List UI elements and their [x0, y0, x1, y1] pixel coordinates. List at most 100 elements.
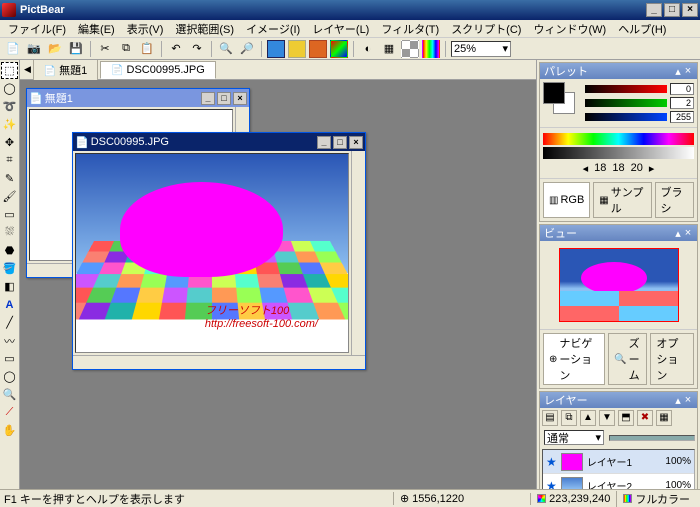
option-tab[interactable]: オプション [650, 333, 694, 385]
ellipse-tool[interactable]: ◯ [1, 368, 18, 385]
vscroll[interactable] [351, 151, 365, 355]
menu-file[interactable]: ファイル(F) [4, 20, 70, 38]
screen-icon[interactable] [267, 40, 285, 58]
redo-icon[interactable]: ↷ [188, 40, 206, 58]
select-ellipse-tool[interactable]: ◯ [1, 80, 18, 97]
open-icon[interactable]: 📂 [46, 40, 64, 58]
brush-tab[interactable]: ブラシ [655, 182, 694, 218]
layer-row-2[interactable]: ★ レイヤー2 100% [543, 474, 694, 489]
delete-layer-icon[interactable]: ✖ [637, 410, 653, 426]
zoomin-icon[interactable]: 🔍 [217, 40, 235, 58]
save-icon[interactable]: 💾 [67, 40, 85, 58]
docwin-min[interactable]: _ [317, 136, 331, 149]
hscroll[interactable] [73, 355, 365, 369]
down-layer-icon[interactable]: ▼ [599, 410, 615, 426]
stamp-tool[interactable]: ⬣ [1, 242, 18, 259]
menu-view[interactable]: 表示(V) [123, 20, 168, 38]
window-icon[interactable] [288, 40, 306, 58]
menu-layer[interactable]: レイヤー(L) [308, 20, 373, 38]
canvas-dsc[interactable]: フリーソフト100 http://freesoft-100.com/ [75, 153, 349, 353]
layer-row-1[interactable]: ★ レイヤー1 100% [543, 450, 694, 474]
paste-icon[interactable]: 📋 [138, 40, 156, 58]
curve-tool[interactable]: 〰 [1, 332, 18, 349]
docwin-max[interactable]: □ [217, 92, 231, 105]
b-slider[interactable] [585, 113, 667, 121]
rect-tool[interactable]: ▭ [1, 350, 18, 367]
lasso-tool[interactable]: ➰ [1, 98, 18, 115]
eyedropper-tool[interactable]: ⟋ [1, 404, 18, 421]
minimize-button[interactable]: _ [646, 3, 662, 17]
text-tool[interactable]: A [1, 296, 18, 313]
zoom-tab[interactable]: 🔍 ズーム [608, 333, 647, 385]
tab-dsc[interactable]: 📄 DSC00995.JPG [100, 61, 216, 79]
hand-tool[interactable]: ✋ [1, 422, 18, 439]
zoomout-icon[interactable]: 🔎 [238, 40, 256, 58]
menu-edit[interactable]: 編集(E) [74, 20, 119, 38]
visible-icon[interactable]: ★ [546, 479, 557, 490]
menu-window[interactable]: ウィンドウ(W) [529, 20, 610, 38]
contrast-icon[interactable]: ◐ [359, 40, 377, 58]
docwin-min[interactable]: _ [201, 92, 215, 105]
spray-tool[interactable]: ⛆ [1, 224, 18, 241]
visible-icon[interactable]: ★ [546, 455, 557, 469]
up-layer-icon[interactable]: ▲ [580, 410, 596, 426]
panel-collapse-icon[interactable]: ▴ [673, 227, 683, 240]
docwin-close[interactable]: × [349, 136, 363, 149]
eraser-tool[interactable]: ▭ [1, 206, 18, 223]
blend-mode-combo[interactable]: 通常▾ [544, 430, 604, 445]
new-layer-icon[interactable]: ▤ [542, 410, 558, 426]
brush-tool[interactable]: 🖌 [1, 188, 18, 205]
docwin-close[interactable]: × [233, 92, 247, 105]
docwin-dsc[interactable]: 📄DSC00995.JPG _ □ × フリーソフト100 http://fre… [72, 132, 366, 370]
panel-close-icon[interactable]: × [683, 227, 693, 239]
hue-bar[interactable] [543, 133, 694, 145]
opacity-slider[interactable] [609, 435, 695, 441]
value-bar[interactable] [543, 147, 694, 159]
gradient-tool[interactable]: ◧ [1, 278, 18, 295]
panel-close-icon[interactable]: × [683, 394, 693, 406]
merge-layer-icon[interactable]: ⬒ [618, 410, 634, 426]
fg-color-swatch[interactable] [543, 82, 565, 104]
r-slider[interactable] [585, 85, 667, 93]
palette-icon[interactable] [422, 40, 440, 58]
color-icon[interactable] [330, 40, 348, 58]
rgb-tab[interactable]: ▥ RGB [543, 182, 590, 218]
new-icon[interactable]: 📄 [4, 40, 22, 58]
undo-icon[interactable]: ↶ [167, 40, 185, 58]
cut-icon[interactable]: ✂ [96, 40, 114, 58]
fill-tool[interactable]: 🪣 [1, 260, 18, 277]
g-value[interactable]: 2 [670, 97, 694, 109]
select-rect-tool[interactable]: ⬚ [1, 62, 18, 79]
pencil-tool[interactable]: ✎ [1, 170, 18, 187]
color-swatches[interactable] [543, 82, 581, 118]
crop-tool[interactable]: ⌗ [1, 152, 18, 169]
docwin-max[interactable]: □ [333, 136, 347, 149]
tab-untitled[interactable]: 📄 無題1 [33, 60, 98, 81]
b-value[interactable]: 255 [670, 111, 694, 123]
copy-icon[interactable]: ⧉ [117, 40, 135, 58]
move-tool[interactable]: ✥ [1, 134, 18, 151]
menu-select[interactable]: 選択範囲(S) [171, 20, 238, 38]
close-button[interactable]: × [682, 3, 698, 17]
g-slider[interactable] [585, 99, 667, 107]
checker-icon[interactable] [401, 40, 419, 58]
menu-image[interactable]: イメージ(I) [242, 20, 304, 38]
region-icon[interactable] [309, 40, 327, 58]
grid-icon[interactable]: ▦ [380, 40, 398, 58]
mask-layer-icon[interactable]: ▦ [656, 410, 672, 426]
zoom-tool[interactable]: 🔍 [1, 386, 18, 403]
nav-tab[interactable]: ⊕ ナビゲーション [543, 333, 605, 385]
maximize-button[interactable]: □ [664, 3, 680, 17]
panel-collapse-icon[interactable]: ▴ [673, 65, 683, 78]
menu-filter[interactable]: フィルタ(T) [377, 20, 443, 38]
menu-script[interactable]: スクリプト(C) [447, 20, 525, 38]
panel-close-icon[interactable]: × [683, 65, 693, 77]
panel-collapse-icon[interactable]: ▴ [673, 394, 683, 407]
r-value[interactable]: 0 [670, 83, 694, 95]
zoom-combo[interactable]: 25%▾ [451, 41, 511, 57]
twain-icon[interactable]: 📷 [25, 40, 43, 58]
menu-help[interactable]: ヘルプ(H) [614, 20, 670, 38]
wand-tool[interactable]: ✨ [1, 116, 18, 133]
copy-layer-icon[interactable]: ⧉ [561, 410, 577, 426]
sample-tab[interactable]: ▦ サンプル [593, 182, 651, 218]
